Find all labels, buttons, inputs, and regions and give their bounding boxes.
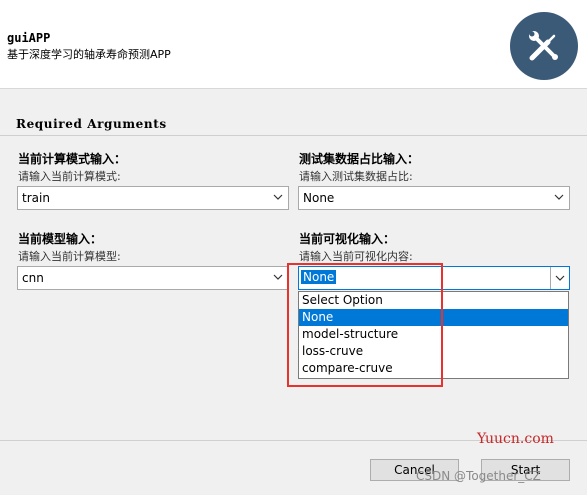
csdn-watermark: CSDN @Together_CZ <box>416 469 541 483</box>
chevron-down-icon <box>273 274 283 280</box>
model-hint: 请输入当前计算模型: <box>18 250 121 263</box>
mode-label: 当前计算模式输入： <box>18 152 127 166</box>
wrench-screwdriver-icon <box>510 12 578 80</box>
visualization-hint: 请输入当前可视化内容: <box>299 250 413 263</box>
app-subtitle: 基于深度学习的轴承寿命预测APP <box>7 48 171 61</box>
model-select[interactable]: cnn <box>17 266 289 290</box>
test-ratio-value: None <box>303 191 335 205</box>
app-title: guiAPP <box>7 31 51 45</box>
section-divider <box>0 135 587 136</box>
test-ratio-hint: 请输入测试集数据占比: <box>299 170 413 183</box>
mode-select[interactable]: train <box>17 186 289 210</box>
site-watermark: Yuucn.com <box>477 431 554 447</box>
chevron-down-icon <box>554 194 564 200</box>
test-ratio-label: 测试集数据占比输入： <box>299 152 420 166</box>
header-separator <box>0 88 587 89</box>
model-value: cnn <box>22 271 44 285</box>
mode-hint: 请输入当前计算模式: <box>18 170 121 183</box>
mode-value: train <box>22 191 50 205</box>
dropdown-button[interactable] <box>550 267 569 289</box>
annotation-highlight-box <box>287 263 443 387</box>
chevron-down-icon <box>555 275 565 281</box>
visualization-label: 当前可视化输入： <box>299 232 396 246</box>
test-ratio-select[interactable]: None <box>298 186 570 210</box>
chevron-down-icon <box>273 194 283 200</box>
section-title: Required Arguments <box>16 117 167 131</box>
model-label: 当前模型输入： <box>18 232 103 246</box>
header: guiAPP 基于深度学习的轴承寿命预测APP <box>0 0 587 88</box>
